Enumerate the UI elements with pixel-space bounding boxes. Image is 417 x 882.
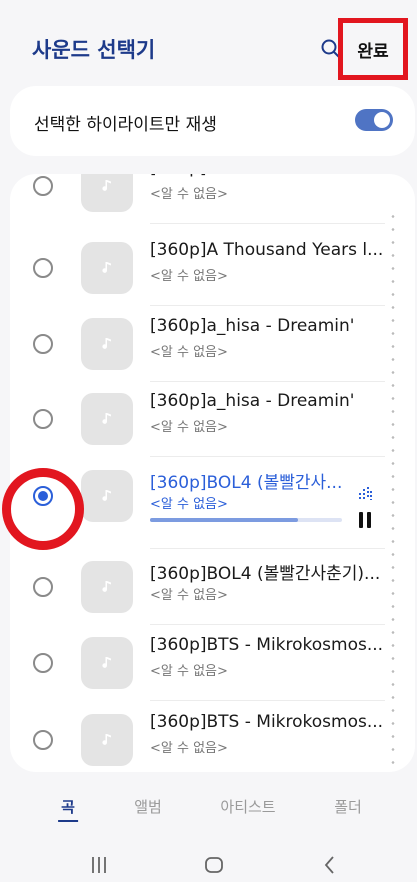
tab-folders-label: 폴더 <box>334 798 362 816</box>
song-radio[interactable] <box>33 258 53 278</box>
song-title: [360p]A Thousand Years l... <box>150 174 385 178</box>
song-radio[interactable] <box>33 409 53 429</box>
music-note-icon <box>102 413 111 424</box>
highlight-circle-annotation <box>2 468 84 550</box>
song-radio[interactable] <box>33 176 53 196</box>
home-icon[interactable] <box>203 854 225 876</box>
tab-active-indicator <box>58 820 78 822</box>
song-list[interactable]: [360p]A Thousand Years l...<알 수 없음>[360p… <box>10 174 415 772</box>
song-row[interactable]: [360p]BOL4 (볼빨간사춘기)... <알 수 없음> <box>10 549 415 625</box>
song-title: [360p]BTS - Mikrokosmos... <box>150 712 384 732</box>
song-radio[interactable] <box>33 334 53 354</box>
tab-artists-label: 아티스트 <box>220 798 276 816</box>
switch-knob <box>374 112 390 128</box>
song-radio[interactable] <box>33 577 53 597</box>
recent-apps-icon[interactable] <box>88 854 110 876</box>
song-row[interactable]: [360p]BTS - Mikrokosmos... <알 수 없음> <box>10 702 415 772</box>
music-note-icon <box>102 262 111 273</box>
song-row[interactable]: [360p]a_hisa - Dreamin' <알 수 없음> <box>10 381 415 457</box>
tab-albums[interactable]: 앨범 <box>134 796 162 817</box>
playback-progress-fill <box>150 518 298 522</box>
song-row[interactable]: [360p]a_hisa - Dreamin' <알 수 없음> <box>10 306 415 382</box>
song-thumbnail <box>81 174 133 212</box>
highlight-toggle-switch[interactable] <box>355 109 393 131</box>
app-header: 사운드 선택기 완료 <box>0 0 417 90</box>
song-row[interactable]: [360p]A Thousand Years l... <알 수 없음> <box>10 230 415 306</box>
song-title: [360p]A Thousand Years l... <box>150 240 384 260</box>
music-note-icon <box>102 338 111 349</box>
tab-artists[interactable]: 아티스트 <box>220 796 275 817</box>
song-artist: <알 수 없음> <box>150 345 228 360</box>
music-note-icon <box>102 657 111 668</box>
done-button[interactable]: 완료 <box>338 18 408 80</box>
bottom-tabs: 곡 앨범 아티스트 폴더 <box>0 790 417 830</box>
song-artist: <알 수 없음> <box>150 741 228 756</box>
song-thumbnail <box>81 470 133 522</box>
tab-songs[interactable]: 곡 <box>58 796 78 822</box>
song-title: [360p]a_hisa - Dreamin' <box>150 391 355 411</box>
song-row[interactable]: [360p]A Thousand Years l... <알 수 없음> <box>10 174 415 224</box>
music-note-icon <box>102 180 111 191</box>
song-title: [360p]BOL4 (볼빨간사춘기)... <box>150 564 381 584</box>
song-artist: <알 수 없음> <box>150 420 228 435</box>
song-row[interactable]: [360p]BTS - Mikrokosmos... <알 수 없음> <box>10 625 415 701</box>
tab-songs-label: 곡 <box>61 798 75 816</box>
song-artist: <알 수 없음> <box>150 588 228 603</box>
song-title: [360p]BOL4 (볼빨간사... <box>150 473 343 493</box>
playback-progress[interactable] <box>150 518 342 522</box>
song-artist: <알 수 없음> <box>150 664 228 679</box>
scrollbar[interactable] <box>390 210 396 770</box>
song-thumbnail <box>81 714 133 766</box>
tab-albums-label: 앨범 <box>134 798 162 816</box>
song-title: [360p]a_hisa - Dreamin' <box>150 316 355 336</box>
page-title: 사운드 선택기 <box>32 38 156 62</box>
song-thumbnail <box>81 318 133 370</box>
row-divider <box>150 456 385 457</box>
back-icon[interactable] <box>319 854 341 876</box>
song-thumbnail <box>81 242 133 294</box>
row-divider <box>150 223 385 224</box>
song-artist: <알 수 없음> <box>150 269 228 284</box>
highlight-toggle-label: 선택한 하이라이트만 재생 <box>34 115 217 135</box>
song-thumbnail <box>81 561 133 613</box>
song-thumbnail <box>81 637 133 689</box>
song-radio[interactable] <box>33 730 53 750</box>
song-artist: <알 수 없음> <box>150 497 228 512</box>
tab-folders[interactable]: 폴더 <box>334 796 362 817</box>
row-divider <box>150 700 385 701</box>
song-radio[interactable] <box>33 653 53 673</box>
song-thumbnail <box>81 393 133 445</box>
equalizer-icon <box>359 487 372 500</box>
system-nav-bar <box>0 846 417 882</box>
song-title: [360p]BTS - Mikrokosmos... <box>150 635 384 655</box>
song-artist: <알 수 없음> <box>150 187 228 202</box>
music-note-icon <box>102 490 111 501</box>
music-note-icon <box>102 581 111 592</box>
music-note-icon <box>102 734 111 745</box>
pause-button[interactable] <box>358 512 372 528</box>
